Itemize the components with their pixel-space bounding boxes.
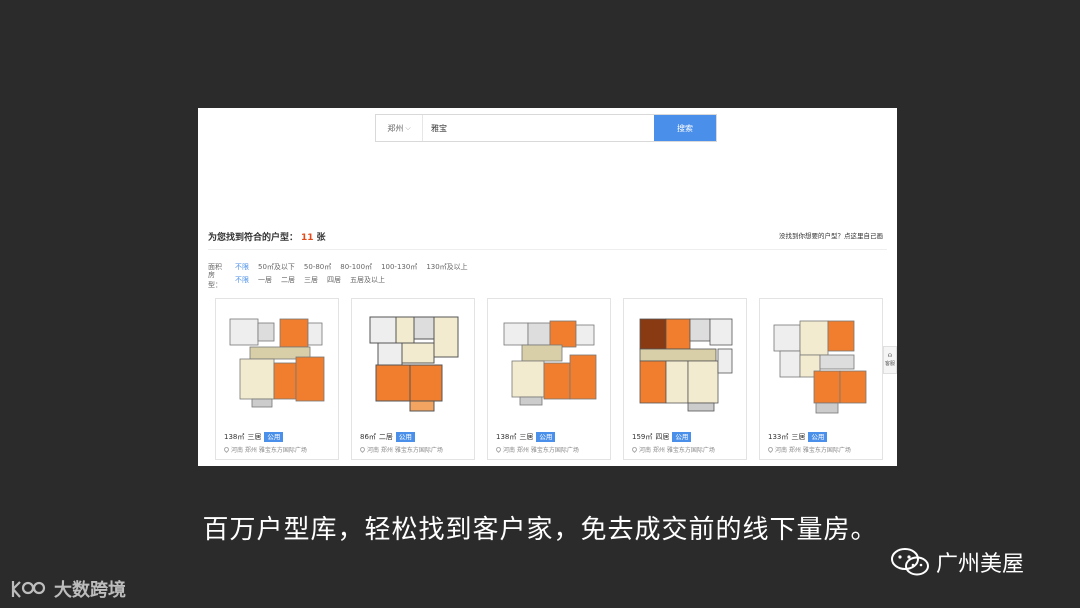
- card-meta: 138㎡ 三居 公用: [496, 432, 556, 442]
- area-option-100-130[interactable]: 100-130㎡: [381, 262, 417, 272]
- card-tag: 公用: [395, 432, 415, 442]
- watermark-left: 大数跨境: [10, 576, 126, 602]
- room-filter-label: 房型：: [208, 270, 222, 289]
- location-pin-icon: [494, 445, 503, 454]
- area-option-any[interactable]: 不限: [235, 262, 249, 272]
- wechat-icon: [891, 548, 929, 576]
- floorplan-card[interactable]: 138㎡ 三居 公用 河南 郑州 雅宝东方国际广场: [487, 298, 611, 460]
- room-option-4[interactable]: 四居: [327, 275, 341, 285]
- location-pin-icon: [358, 445, 367, 454]
- floorplan-image: [773, 320, 867, 414]
- card-meta: 159㎡ 四居 公用: [632, 432, 692, 442]
- room-option-3[interactable]: 三居: [304, 275, 318, 285]
- floorplan-image: [369, 316, 459, 412]
- search-input[interactable]: [423, 115, 654, 141]
- card-meta: 138㎡ 三居 公用: [224, 432, 284, 442]
- card-meta: 86㎡ 二居 公用: [360, 432, 415, 442]
- draw-yourself-link[interactable]: 没找到你想要的户型？点这里自己画: [779, 230, 883, 240]
- area-option-130-above[interactable]: 130㎡及以上: [426, 262, 467, 272]
- room-option-any[interactable]: 不限: [235, 275, 249, 285]
- room-option-1[interactable]: 一居: [258, 275, 272, 285]
- area-option-50-below[interactable]: 50㎡及以下: [258, 262, 295, 272]
- location-pin-icon: [766, 445, 775, 454]
- card-location: 河南 郑州 雅宝东方国际广场: [358, 445, 443, 454]
- result-title: 为您找到符合的户型： 11 张: [208, 230, 326, 243]
- divider: [208, 249, 887, 250]
- area-option-50-80[interactable]: 50-80㎡: [304, 262, 331, 272]
- result-unit: 张: [316, 233, 326, 243]
- card-tag: 公用: [808, 432, 828, 442]
- room-option-5-plus[interactable]: 五居及以上: [350, 275, 385, 285]
- card-location-text: 河南 郑州 雅宝东方国际广场: [503, 447, 579, 454]
- floorplan-card[interactable]: 138㎡ 三居 公用 河南 郑州 雅宝东方国际广场: [215, 298, 339, 460]
- card-location: 河南 郑州 雅宝东方国际广场: [630, 445, 715, 454]
- card-tag: 公用: [536, 432, 556, 442]
- card-tag: 公用: [672, 432, 692, 442]
- result-title-text: 为您找到符合的户型：: [208, 233, 299, 243]
- floorplan-list: 138㎡ 三居 公用 河南 郑州 雅宝东方国际广场 86㎡ 二居 公用 河南 郑…: [215, 298, 883, 460]
- card-area: 86㎡: [360, 433, 376, 441]
- card-rooms: 三居: [247, 433, 262, 441]
- watermark-left-text: 大数跨境: [54, 580, 126, 601]
- card-area: 138㎡: [224, 433, 245, 441]
- room-filter: 房型： 不限 一居 二居 三居 四居 五居及以上: [208, 271, 468, 289]
- card-rooms: 四居: [655, 433, 670, 441]
- city-selector[interactable]: 郑州 ⌵: [376, 115, 423, 141]
- headset-icon: ☊: [887, 353, 893, 359]
- customer-service-button[interactable]: ☊ 客服: [883, 346, 897, 374]
- customer-service-label: 客服: [884, 361, 895, 367]
- floorplan-card[interactable]: 159㎡ 四居 公用 河南 郑州 雅宝东方国际广场: [623, 298, 747, 460]
- card-location: 河南 郑州 雅宝东方国际广场: [766, 445, 851, 454]
- card-rooms: 三居: [519, 433, 534, 441]
- watermark-right: 广州美屋: [890, 546, 1024, 578]
- location-pin-icon: [630, 445, 639, 454]
- card-meta: 133㎡ 三居 公用: [768, 432, 828, 442]
- card-location-text: 河南 郑州 雅宝东方国际广场: [639, 447, 715, 454]
- filter-panel: 面积 不限 50㎡及以下 50-80㎡ 80-100㎡ 100-130㎡ 130…: [208, 260, 468, 289]
- card-rooms: 三居: [791, 433, 806, 441]
- location-pin-icon: [222, 445, 231, 454]
- city-label: 郑州: [387, 123, 404, 133]
- card-location-text: 河南 郑州 雅宝东方国际广场: [775, 447, 851, 454]
- card-location-text: 河南 郑州 雅宝东方国际广场: [231, 447, 307, 454]
- brand-logo-icon: [11, 581, 46, 598]
- card-rooms: 二居: [378, 433, 393, 441]
- card-tag: 公用: [264, 432, 284, 442]
- card-location: 河南 郑州 雅宝东方国际广场: [222, 445, 307, 454]
- floorplan-card[interactable]: 133㎡ 三居 公用 河南 郑州 雅宝东方国际广场: [759, 298, 883, 460]
- area-option-80-100[interactable]: 80-100㎡: [340, 262, 372, 272]
- floorplan-image: [503, 320, 597, 406]
- floorplan-image: [639, 318, 733, 412]
- floorplan-card[interactable]: 86㎡ 二居 公用 河南 郑州 雅宝东方国际广场: [351, 298, 475, 460]
- card-area: 159㎡: [632, 433, 653, 441]
- app-screenshot: 郑州 ⌵ 搜索 为您找到符合的户型：11张 没找到你想要的户型？点这里自己画 面…: [198, 108, 897, 466]
- area-filter: 面积 不限 50㎡及以下 50-80㎡ 80-100㎡ 100-130㎡ 130…: [208, 260, 468, 273]
- floorplan-image: [229, 318, 325, 408]
- search-bar: 郑州 ⌵ 搜索: [375, 114, 717, 142]
- watermark-right-text: 广州美屋: [936, 552, 1025, 577]
- slide-caption: 百万户型库，轻松找到客户家，免去成交前的线下量房。: [202, 515, 878, 545]
- card-area: 138㎡: [496, 433, 517, 441]
- chevron-down-icon: ⌵: [405, 123, 411, 132]
- card-location-text: 河南 郑州 雅宝东方国际广场: [367, 447, 443, 454]
- card-location: 河南 郑州 雅宝东方国际广场: [494, 445, 579, 454]
- search-button[interactable]: 搜索: [654, 115, 716, 141]
- card-area: 133㎡: [768, 433, 789, 441]
- room-option-2[interactable]: 二居: [281, 275, 295, 285]
- result-count: 11: [301, 233, 314, 243]
